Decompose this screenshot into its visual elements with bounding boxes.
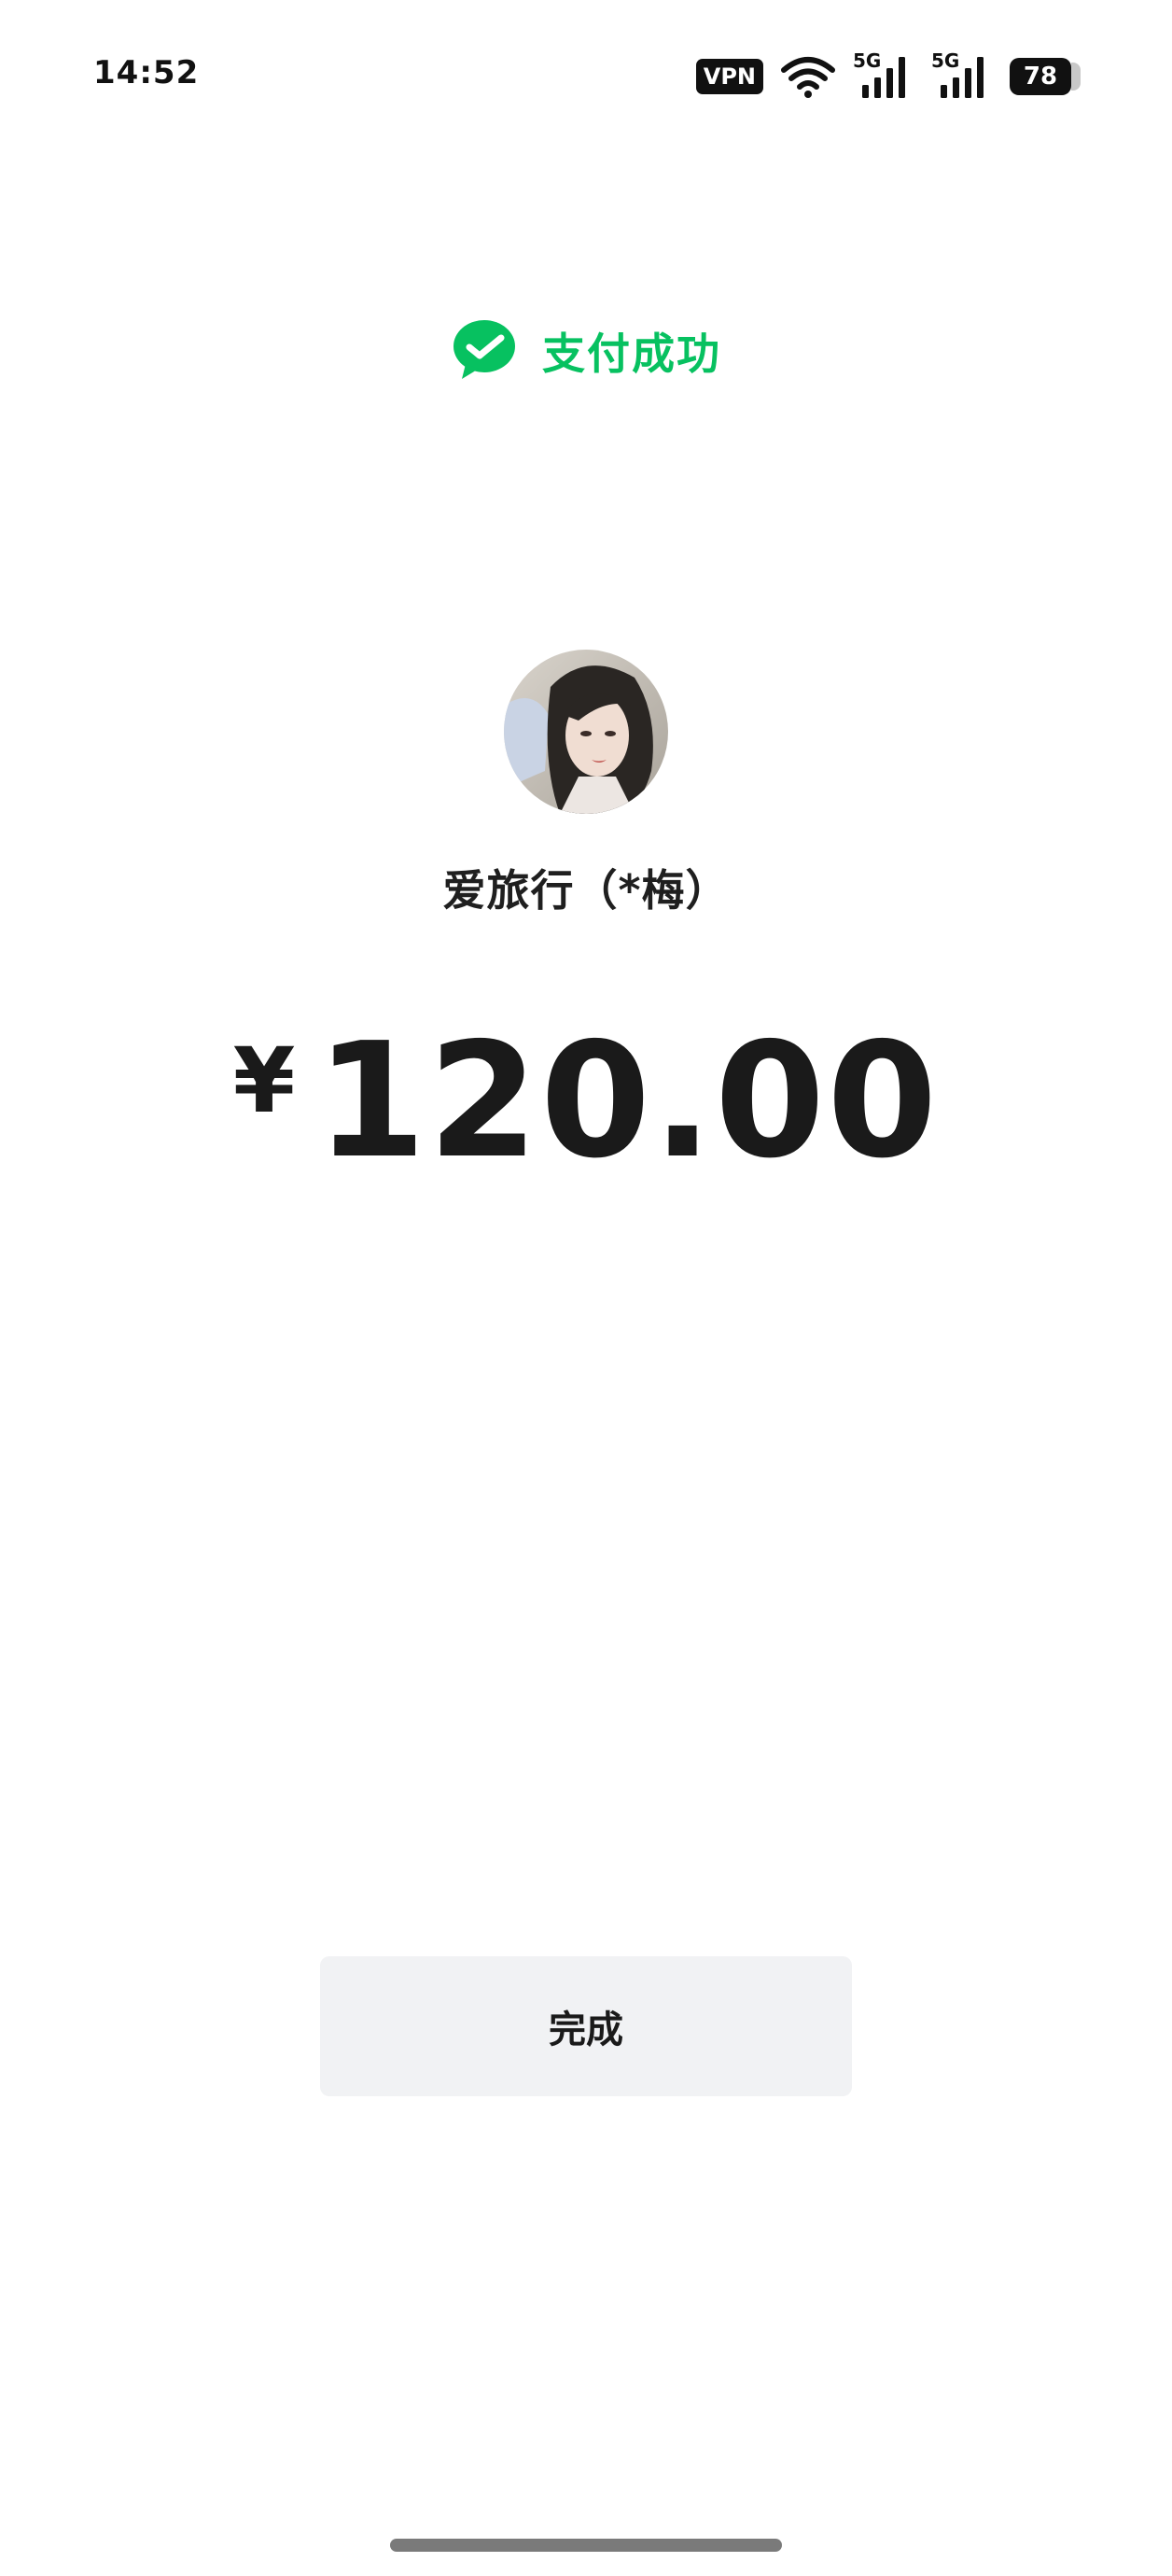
payee-avatar — [504, 650, 668, 814]
battery-cap — [1071, 63, 1081, 91]
signal-bars-icon — [941, 57, 984, 98]
amount-value: 120.00 — [315, 1009, 940, 1194]
cellular-signal-2: 5G — [931, 51, 993, 100]
wifi-icon — [781, 57, 835, 98]
payment-success-header: 支付成功 — [0, 317, 1172, 385]
success-title: 支付成功 — [542, 329, 721, 379]
done-button[interactable]: 完成 — [320, 1956, 852, 2096]
status-bar: 14:52 VPN 5G 5G 78 — [0, 0, 1172, 149]
payment-amount: ¥ 120.00 — [0, 1008, 1172, 1195]
cellular-signal-1: 5G — [853, 51, 914, 100]
currency-symbol: ¥ — [232, 1029, 296, 1133]
battery-indicator: 78 — [1010, 58, 1081, 95]
vpn-badge: VPN — [695, 59, 763, 94]
status-time: 14:52 — [93, 54, 200, 91]
battery-level: 78 — [1010, 58, 1071, 95]
status-icons: VPN 5G 5G 78 — [695, 51, 1081, 101]
wechat-pay-check-icon — [453, 320, 515, 379]
home-indicator[interactable] — [390, 2539, 782, 2552]
payee-name: 爱旅行（*梅） — [442, 865, 730, 916]
signal-bars-icon — [862, 57, 905, 98]
